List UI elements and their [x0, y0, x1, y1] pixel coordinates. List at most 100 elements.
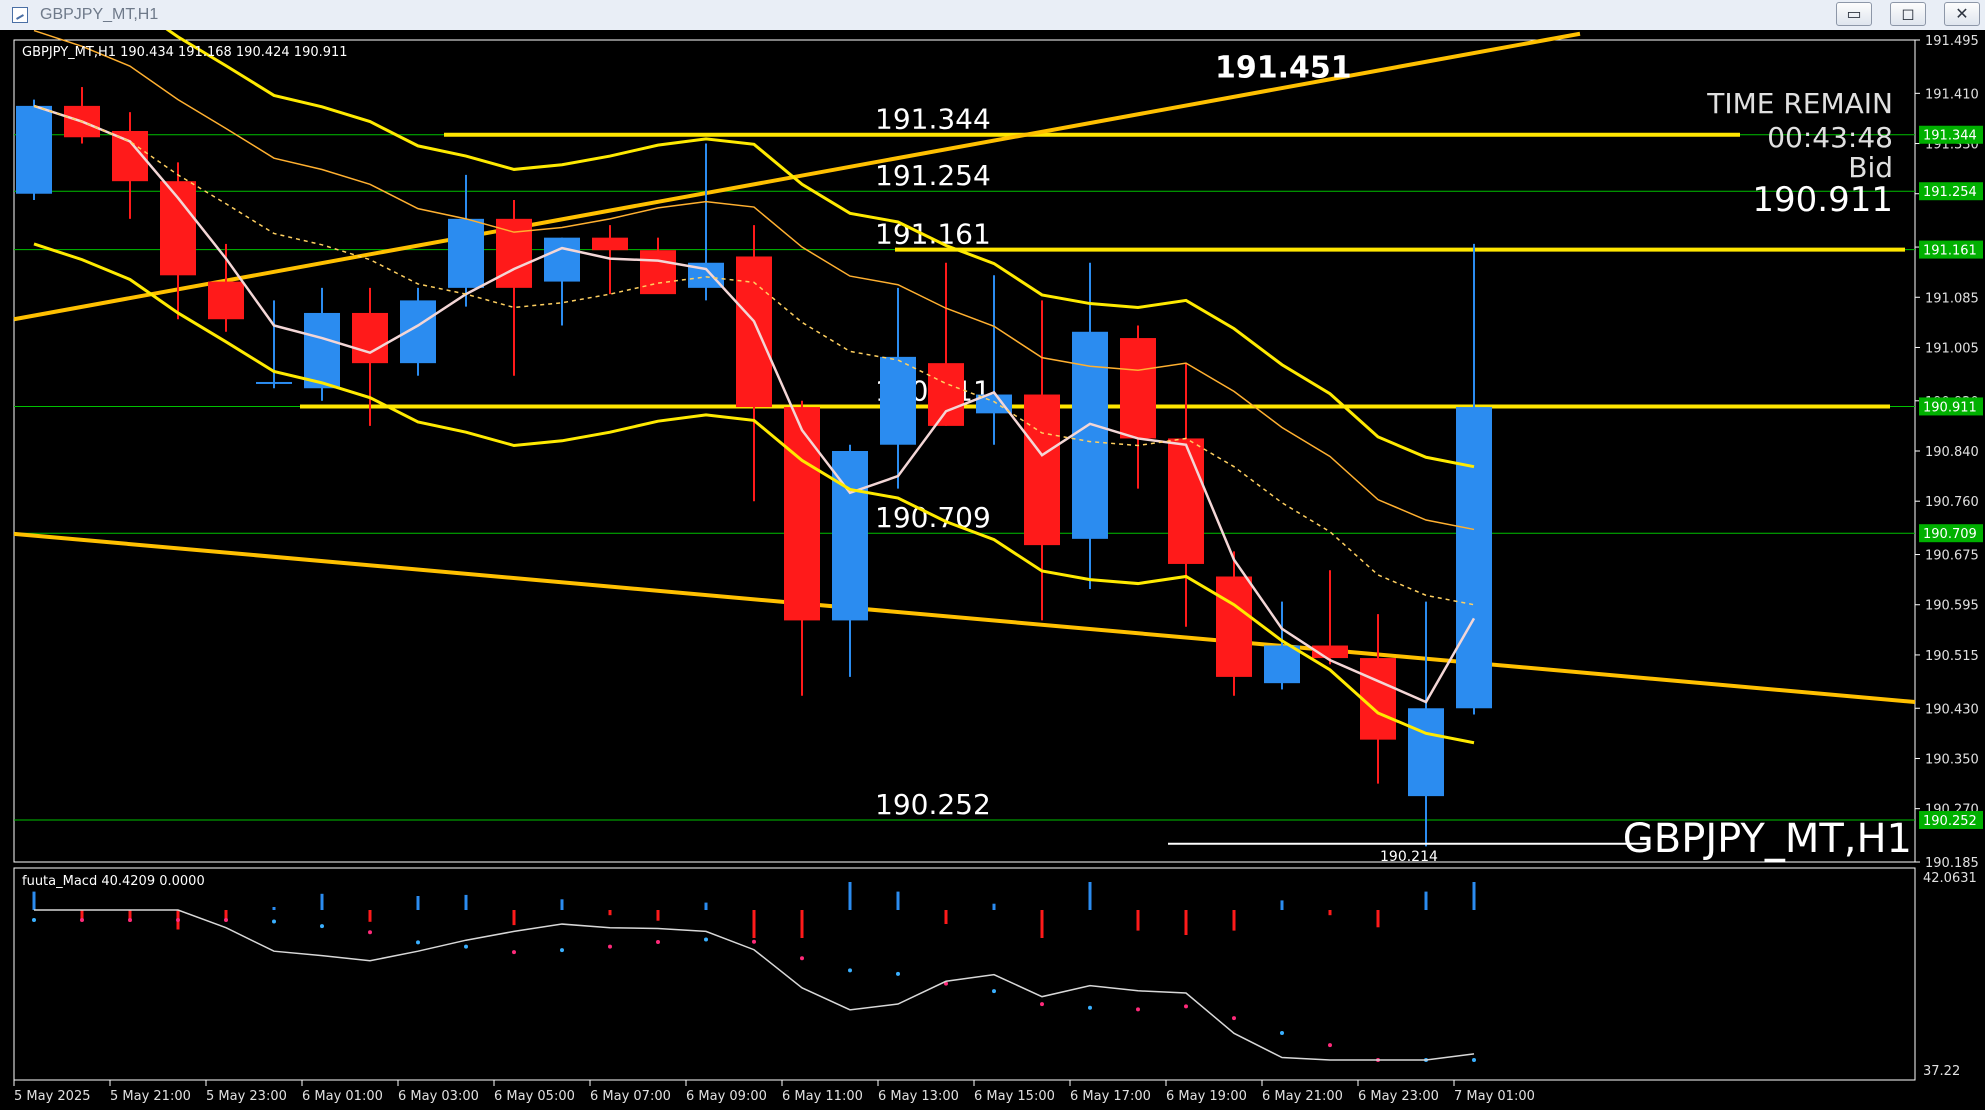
price-axis-label: 191.410: [1925, 87, 1979, 102]
time-axis-label: 6 May 07:00: [590, 1089, 671, 1104]
macd-signal-dot: [656, 940, 660, 945]
time-axis-label: 6 May 17:00: [1070, 1089, 1151, 1104]
terminal-window: GBPJPY_MT,H1 ▭ ◻ ✕ 191.495 191.410 191.330…: [0, 0, 1985, 1110]
close-button[interactable]: ✕: [1944, 2, 1980, 26]
macd-axis-bottom: 37.22: [1923, 1064, 1960, 1079]
candle-body: [352, 312, 388, 364]
chart-window-icon: [12, 7, 28, 23]
candle-body: [736, 256, 772, 408]
price-axis-label: 190.840: [1925, 445, 1979, 460]
macd-signal-dot: [272, 919, 276, 924]
macd-signal-dot: [992, 989, 996, 994]
time-axis-label: 5 May 2025: [14, 1089, 91, 1104]
level-value-label: 190.709: [875, 501, 991, 534]
time-remain-value: 00:43:48: [1767, 121, 1893, 154]
price-axis-label: 191.005: [1925, 341, 1979, 356]
macd-signal-dot: [32, 918, 36, 922]
level-price-tag-label: 191.161: [1923, 244, 1977, 259]
time-axis-label: 6 May 23:00: [1358, 1089, 1439, 1104]
symbol-watermark: GBPJPY_MT,H1: [1623, 816, 1912, 862]
macd-signal-dot: [176, 918, 180, 922]
level-price-tag-label: 190.911: [1923, 400, 1977, 415]
price-axis-label: 190.350: [1925, 752, 1979, 767]
macd-signal-dot: [704, 937, 708, 942]
candle-body: [1168, 438, 1204, 564]
price-chart[interactable]: 191.495191.410191.330191.250191.165191.0…: [0, 30, 1985, 1110]
candle-body: [1120, 338, 1156, 439]
macd-signal-dot: [224, 918, 228, 922]
candle-body: [928, 363, 964, 426]
price-axis-label: 190.760: [1925, 495, 1979, 510]
candle-body: [448, 218, 484, 288]
macd-signal-dot: [800, 956, 804, 961]
price-axis-label: 190.430: [1925, 702, 1979, 717]
macd-signal-dot: [848, 968, 852, 973]
restore-button[interactable]: ◻: [1890, 2, 1926, 26]
level-value-label: 191.161: [875, 218, 991, 251]
price-axis-label: 191.085: [1925, 291, 1979, 306]
price-axis-label: 190.515: [1925, 649, 1979, 664]
macd-signal-dot: [320, 924, 324, 929]
candle-body: [1456, 407, 1492, 709]
candle-body: [304, 312, 340, 389]
time-axis-label: 5 May 23:00: [206, 1089, 287, 1104]
macd-axis-top: 42.0631: [1923, 871, 1977, 886]
macd-signal-dot: [128, 918, 132, 922]
chart-header: GBPJPY_MT,H1 190.434 191.168 190.424 190…: [22, 45, 348, 60]
chart-background: [0, 30, 1985, 1110]
time-axis-label: 6 May 19:00: [1166, 1089, 1247, 1104]
price-axis-label: 190.185: [1925, 856, 1979, 871]
macd-signal-dot: [1040, 1002, 1044, 1007]
time-axis-label: 6 May 03:00: [398, 1089, 479, 1104]
level-price-tag-label: 191.344: [1923, 129, 1977, 144]
time-axis-label: 6 May 21:00: [1262, 1089, 1343, 1104]
macd-signal-dot: [1136, 1007, 1140, 1012]
macd-signal-dot: [896, 971, 900, 976]
macd-signal-dot: [1184, 1004, 1188, 1009]
price-axis-label: 191.495: [1925, 34, 1979, 49]
macd-signal-dot: [1232, 1016, 1236, 1021]
time-axis-label: 6 May 15:00: [974, 1089, 1055, 1104]
candle-body: [16, 105, 52, 194]
macd-signal-dot: [416, 940, 420, 945]
candle-body: [1360, 658, 1396, 740]
time-axis-label: 5 May 21:00: [110, 1089, 191, 1104]
macd-signal-dot: [608, 944, 612, 949]
macd-signal-dot: [368, 930, 372, 935]
level-price-tag-label: 190.252: [1923, 814, 1977, 829]
macd-signal-dot: [1088, 1005, 1092, 1010]
minimize-button[interactable]: ▭: [1836, 2, 1872, 26]
candle-body: [1408, 708, 1444, 797]
session-low-label: 190.214: [1380, 849, 1438, 865]
chart-canvas[interactable]: 191.495191.410191.330191.250191.165191.0…: [0, 30, 1985, 1110]
candle-body: [592, 237, 628, 251]
macd-signal-dot: [752, 939, 756, 944]
time-axis-label: 6 May 13:00: [878, 1089, 959, 1104]
time-axis-label: 6 May 05:00: [494, 1089, 575, 1104]
candle-body: [1024, 394, 1060, 546]
candle-body: [1216, 576, 1252, 677]
candle-body: [1264, 645, 1300, 684]
bid-value: 190.911: [1752, 180, 1893, 220]
time-remain-label: TIME REMAIN: [1706, 87, 1893, 120]
level-value-label: 191.344: [875, 103, 991, 136]
macd-signal-dot: [1280, 1031, 1284, 1036]
candle-body: [256, 381, 292, 384]
level-value-label: 190.252: [875, 788, 991, 821]
level-price-tag-label: 190.709: [1923, 527, 1977, 542]
time-axis-label: 6 May 09:00: [686, 1089, 767, 1104]
time-axis-label: 6 May 11:00: [782, 1089, 863, 1104]
candle-body: [880, 356, 916, 445]
macd-signal-dot: [464, 944, 468, 949]
macd-signal-dot: [560, 948, 564, 953]
title-bar[interactable]: GBPJPY_MT,H1 ▭ ◻ ✕: [0, 0, 1985, 31]
level-value-label: 191.254: [875, 159, 991, 192]
level-price-tag-label: 191.254: [1923, 185, 1977, 200]
price-axis-label: 190.675: [1925, 549, 1979, 564]
price-axis-label: 190.595: [1925, 599, 1979, 614]
macd-label: fuuta_Macd 40.4209 0.0000: [22, 874, 205, 889]
time-axis-label: 7 May 01:00: [1454, 1089, 1535, 1104]
macd-signal-dot: [512, 950, 516, 955]
candle-body: [160, 181, 196, 276]
candle-body: [1072, 331, 1108, 539]
